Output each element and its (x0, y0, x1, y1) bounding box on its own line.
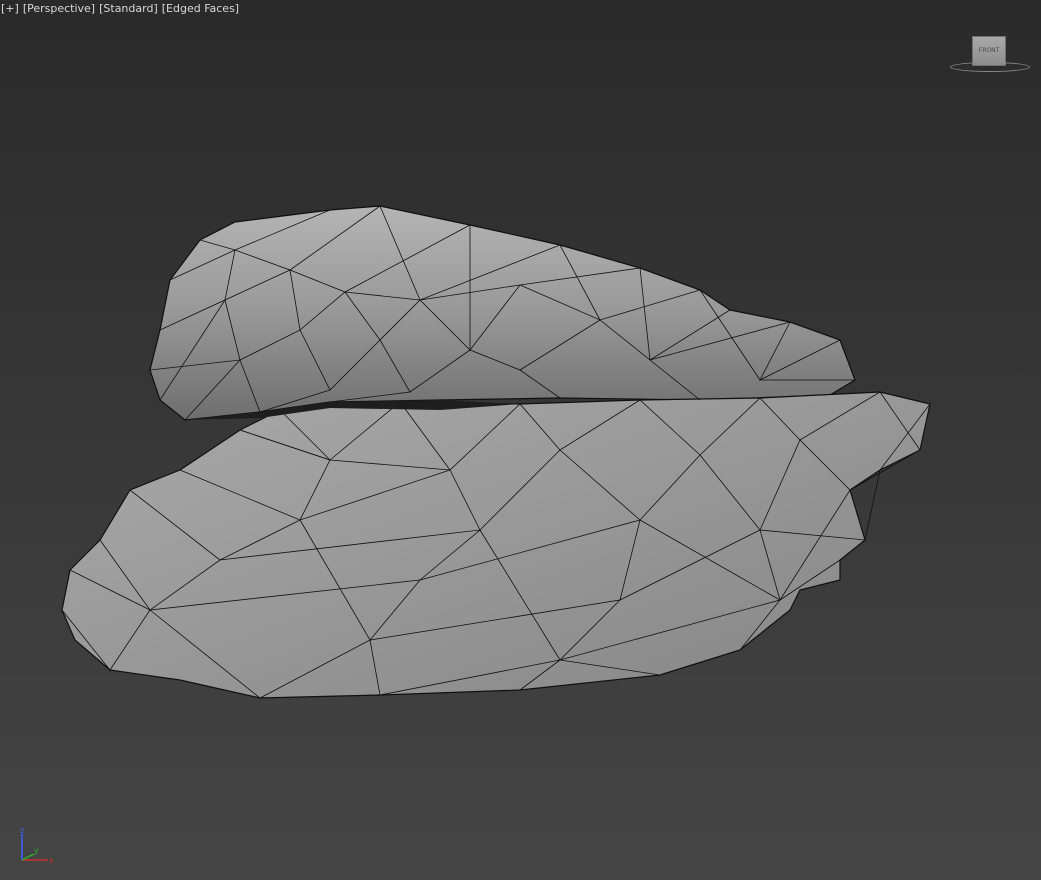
viewport-perspective[interactable]: [+] [Perspective] [Standard] [Edged Face… (0, 0, 1041, 880)
axis-y-label: y (34, 846, 39, 855)
rock-mesh[interactable] (0, 0, 1041, 880)
rock-upper-chunk[interactable] (149, 205, 856, 421)
axis-x-label: x (49, 856, 54, 865)
rock-lower-chunk[interactable] (61, 391, 931, 699)
axis-y-line (21, 853, 35, 861)
axis-z-label: z (20, 826, 24, 835)
axis-tripod-icon: z x y (20, 826, 54, 865)
